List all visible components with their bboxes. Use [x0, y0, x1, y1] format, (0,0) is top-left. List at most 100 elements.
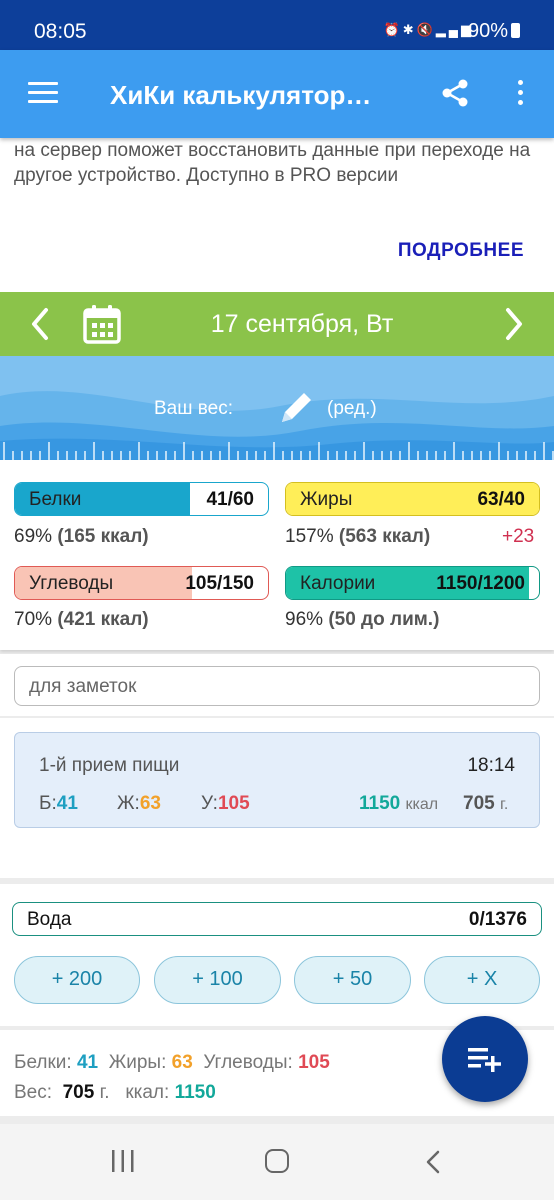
meals-list: 1-й прием пищи 18:14 Б:41 Ж:63 У:105 115…	[0, 718, 554, 878]
water-card: Вода 0/1376 + 200 + 100 + 50 + X	[0, 884, 554, 1026]
fat-label: Жиры	[300, 489, 353, 510]
calories-value: 1150/1200	[436, 573, 525, 594]
totals-weight-label: Вес:	[14, 1082, 53, 1103]
fat-kcal: (563 ккал)	[338, 526, 431, 547]
totals-weight-unit: г.	[99, 1082, 110, 1103]
protein-label: Белки	[29, 489, 82, 510]
fat-percent: 157% (563 ккал)	[285, 526, 430, 548]
totals-weight: 705	[62, 1082, 95, 1103]
totals-fat-label: Жиры:	[108, 1052, 167, 1073]
app-root: 08:05 ⏰✱🔇▂▄▆ 90% ХиКи калькулятор… на се…	[0, 0, 554, 1200]
meal-kcal: 1150 ккал	[359, 793, 438, 815]
carbs-percent-value: 70%	[14, 609, 53, 630]
protein-value: 41/60	[206, 489, 254, 510]
status-bar: 08:05 ⏰✱🔇▂▄▆ 90%	[0, 0, 554, 50]
totals-carbs: 105	[298, 1052, 330, 1073]
calories-remaining: (50 до лим.)	[328, 609, 440, 630]
water-label: Вода	[27, 909, 72, 930]
share-icon[interactable]	[440, 78, 470, 108]
meal-protein-label: Б:	[39, 793, 57, 814]
fat-progress[interactable]: Жиры 63/40	[285, 482, 540, 516]
date-navigation: 17 сентября, Вт	[0, 292, 554, 356]
meal-kcal-unit: ккал	[405, 796, 439, 813]
fat-over-limit: +23	[502, 526, 535, 547]
bluetooth-icon: ✱	[402, 22, 417, 37]
totals-kcal-label: ккал:	[125, 1082, 170, 1103]
meal-carbs-label: У:	[201, 793, 218, 814]
meal-title: 1-й прием пищи	[39, 755, 180, 776]
app-title: ХиКи калькулятор…	[110, 80, 372, 110]
alarm-icon: ⏰	[383, 22, 403, 37]
app-bar: ХиКи калькулятор…	[0, 50, 554, 138]
protein-percent-value: 69%	[14, 526, 53, 547]
current-date[interactable]: 17 сентября, Вт	[130, 310, 474, 339]
carbs-label: Углеводы	[29, 573, 114, 594]
totals-macros-row: Белки: 41 Жиры: 63 Углеводы: 105	[14, 1052, 330, 1074]
totals-protein-label: Белки:	[14, 1052, 72, 1073]
weight-edit-label[interactable]: (ред.)	[327, 398, 377, 420]
recents-icon[interactable]	[110, 1150, 136, 1172]
system-nav-bar	[0, 1124, 554, 1200]
fat-value: 63/40	[477, 489, 525, 510]
chevron-right-icon[interactable]	[502, 306, 526, 342]
home-icon[interactable]	[265, 1149, 289, 1173]
more-vert-icon[interactable]	[514, 80, 526, 108]
fat-percent-value: 157%	[285, 526, 334, 547]
water-progress[interactable]: Вода 0/1376	[12, 902, 542, 936]
back-icon[interactable]	[424, 1150, 442, 1174]
weight-section[interactable]: Ваш вес: (ред.)	[0, 356, 554, 460]
meal-fat: Ж:63	[117, 793, 161, 815]
meal-fat-label: Ж:	[117, 793, 140, 814]
menu-icon[interactable]	[28, 82, 58, 104]
meal-carbs-value: 105	[217, 793, 250, 814]
add-meal-button[interactable]	[442, 1016, 528, 1102]
protein-kcal: (165 ккал)	[57, 526, 149, 547]
add-water-50-button[interactable]: + 50	[294, 956, 411, 1004]
more-info-button[interactable]: ПОДРОБНЕЕ	[398, 240, 524, 262]
protein-progress[interactable]: Белки 41/60	[14, 482, 269, 516]
meal-time: 18:14	[467, 755, 515, 776]
totals-carbs-label: Углеводы:	[203, 1052, 293, 1073]
carbs-percent: 70% (421 ккал)	[14, 609, 149, 631]
meal-weight-value: 705	[463, 793, 495, 814]
add-water-100-button[interactable]: + 100	[154, 956, 281, 1004]
weight-label: Ваш вес:	[154, 398, 233, 419]
meal-card[interactable]: 1-й прием пищи 18:14 Б:41 Ж:63 У:105 115…	[14, 732, 540, 828]
promo-banner: на сервер поможет восстановить данные пр…	[0, 138, 554, 292]
macros-card: Белки 41/60 69% (165 ккал) Жиры 63/40 15…	[0, 460, 554, 650]
totals-fat: 63	[171, 1052, 193, 1073]
meal-protein-value: 41	[56, 793, 78, 814]
calories-progress[interactable]: Калории 1150/1200	[285, 566, 540, 600]
calendar-icon[interactable]	[82, 304, 122, 344]
meal-weight: 705 г.	[463, 793, 508, 815]
totals-weight-row: Вес: 705 г. ккал: 1150	[14, 1082, 216, 1104]
protein-percent: 69% (165 ккал)	[14, 526, 149, 548]
pencil-icon[interactable]	[276, 388, 316, 428]
add-water-custom-button[interactable]: + X	[424, 956, 540, 1004]
meal-weight-unit: г.	[499, 796, 509, 813]
meal-carbs: У:105	[201, 793, 250, 815]
totals-kcal: 1150	[174, 1082, 216, 1103]
calories-label: Калории	[300, 573, 376, 594]
meal-fat-value: 63	[139, 793, 161, 814]
status-time: 08:05	[34, 20, 87, 43]
calories-percent-value: 96%	[285, 609, 324, 630]
carbs-value: 105/150	[185, 573, 254, 594]
add-to-list-icon	[468, 1048, 501, 1072]
totals-protein: 41	[76, 1052, 99, 1073]
meal-protein: Б:41	[39, 793, 78, 815]
mute-icon: 🔇	[416, 22, 436, 37]
add-water-200-button[interactable]: + 200	[14, 956, 140, 1004]
battery-icon	[511, 23, 520, 38]
battery-indicator: 90%	[468, 20, 520, 43]
water-value: 0/1376	[468, 909, 527, 930]
status-icons: ⏰✱🔇▂▄▆	[384, 22, 475, 38]
carbs-progress[interactable]: Углеводы 105/150	[14, 566, 269, 600]
calories-percent: 96% (50 до лим.)	[285, 609, 439, 631]
notes-input[interactable]: для заметок	[14, 666, 540, 706]
battery-percent: 90%	[467, 20, 508, 42]
meal-kcal-value: 1150	[359, 793, 401, 814]
promo-text: на сервер поможет восстановить данные пр…	[14, 140, 531, 186]
notes-card: для заметок	[0, 654, 554, 716]
chevron-left-icon[interactable]	[28, 306, 52, 342]
